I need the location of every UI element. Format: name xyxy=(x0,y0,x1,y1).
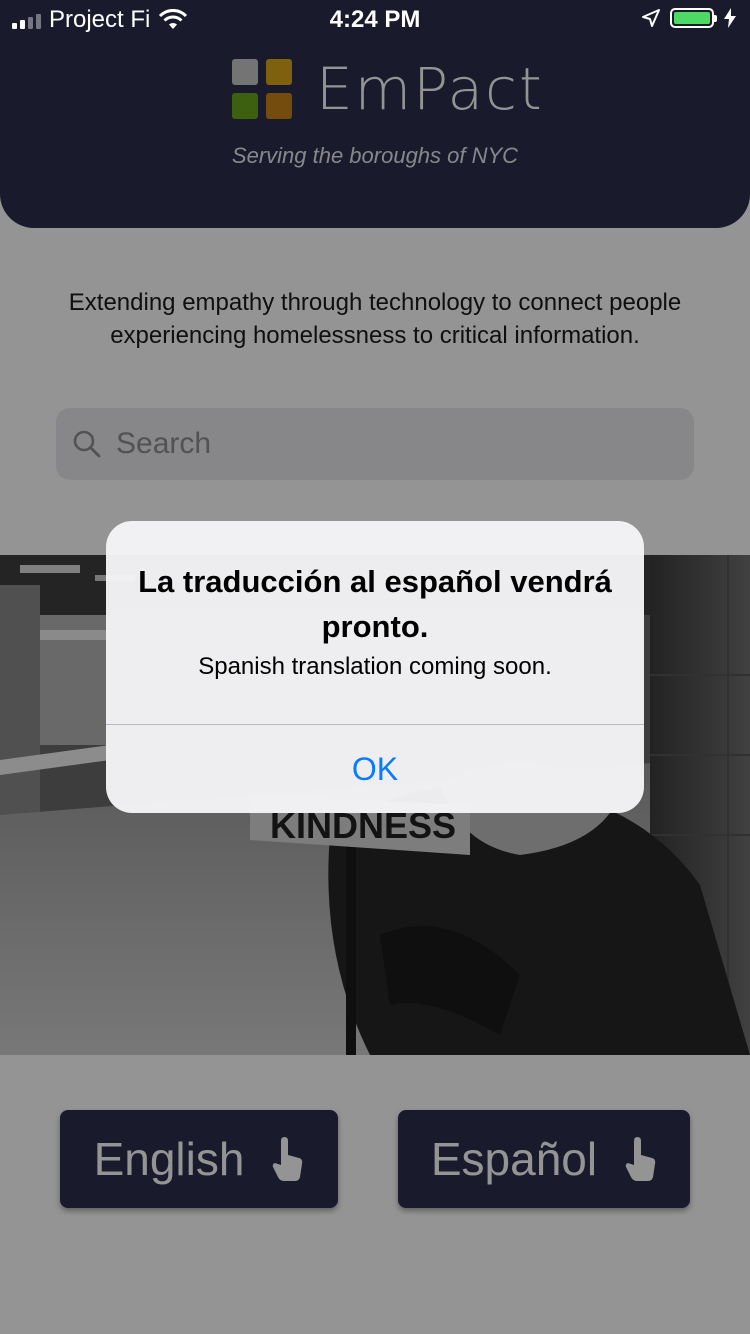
alert-message: Spanish translation coming soon. xyxy=(198,653,552,680)
battery-icon xyxy=(670,8,717,28)
alert-dialog: La traducción al español vendrá pronto. … xyxy=(106,521,644,813)
status-bar: Project Fi 4:24 PM xyxy=(0,0,750,40)
alert-title: La traducción al español vendrá pronto. xyxy=(138,564,612,644)
location-arrow-icon xyxy=(642,9,660,27)
status-time: 4:24 PM xyxy=(329,6,421,33)
charging-bolt-icon xyxy=(724,8,736,28)
status-right xyxy=(642,8,736,28)
alert-ok-button[interactable]: OK xyxy=(106,725,644,813)
